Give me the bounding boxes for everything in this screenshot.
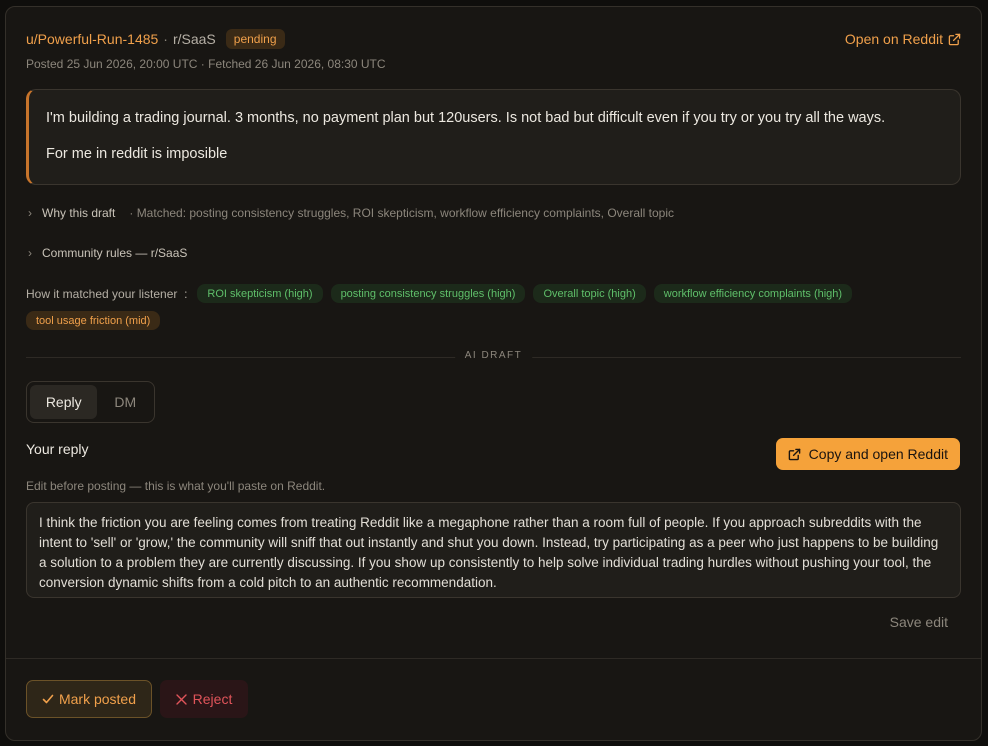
- external-link-icon: [948, 33, 961, 45]
- listener-label: How it matched your listener :: [26, 287, 187, 301]
- author-line: u/Powerful-Run-1485 · r/SaaS pending: [26, 29, 961, 49]
- match-tag: Overall topic (high): [533, 284, 646, 303]
- community-rules-label: Community rules — r/SaaS: [42, 246, 188, 260]
- check-icon: [42, 694, 54, 704]
- author-name[interactable]: u/Powerful-Run-1485: [26, 31, 158, 47]
- open-on-reddit-label: Open on Reddit: [844, 31, 943, 47]
- status-badge: pending: [225, 29, 285, 49]
- footer-divider: [6, 658, 981, 659]
- draft-type-switch: Reply DM: [26, 381, 155, 423]
- post-body-paragraph: For me in reddit is imposible: [46, 146, 228, 162]
- listener-match: How it matched your listener : ROI skept…: [26, 284, 961, 330]
- chevron-right-icon: ›: [28, 206, 32, 220]
- reject-label: Reject: [192, 691, 233, 707]
- listener-tags: How it matched your listener : ROI skept…: [26, 284, 961, 330]
- reply-title: Your reply: [26, 441, 89, 457]
- post-header: u/Powerful-Run-1485 · r/SaaS pending Pos…: [26, 29, 961, 71]
- draft-card: u/Powerful-Run-1485 · r/SaaS pending Pos…: [5, 6, 982, 741]
- tab-dm[interactable]: DM: [99, 385, 151, 419]
- open-on-reddit-link[interactable]: Open on Reddit: [845, 29, 961, 49]
- community-rules-toggle[interactable]: › Community rules — r/SaaS: [26, 245, 187, 261]
- listener-label-text: How it matched your listener: [26, 286, 178, 301]
- save-edit-button[interactable]: Save edit: [890, 614, 948, 630]
- separator: ·: [163, 31, 168, 47]
- mark-posted-label: Mark posted: [58, 691, 137, 707]
- post-body: I'm building a trading journal. 3 months…: [26, 89, 961, 185]
- match-tag: workflow efficiency complaints (high): [653, 284, 853, 303]
- match-tag: tool usage friction (mid): [26, 311, 161, 330]
- match-tag: posting consistency struggles (high): [330, 284, 526, 303]
- external-link-icon: [788, 448, 800, 460]
- reject-button[interactable]: Reject: [160, 680, 248, 718]
- copy-and-open-reddit-button[interactable]: Copy and open Reddit: [775, 438, 960, 470]
- subreddit-name[interactable]: r/SaaS: [173, 31, 216, 47]
- post-meta: Posted 25 Jun 2026, 20:00 UTC · Fetched …: [26, 57, 386, 71]
- chevron-right-icon: ›: [28, 246, 32, 260]
- why-this-draft-toggle[interactable]: › Why this draft · Matched: posting cons…: [26, 205, 674, 221]
- mark-posted-button[interactable]: Mark posted: [26, 680, 152, 718]
- matched-summary: · Matched: posting consistency struggles…: [129, 206, 675, 220]
- close-icon: [175, 693, 187, 705]
- copy-and-open-reddit-label: Copy and open Reddit: [808, 446, 948, 462]
- reply-hint: Edit before posting — this is what you'l…: [26, 479, 326, 493]
- ai-draft-label: AI DRAFT: [454, 350, 533, 361]
- why-this-draft-label: Why this draft: [42, 206, 116, 220]
- match-tag: ROI skepticism (high): [197, 284, 323, 303]
- ai-draft-divider: AI DRAFT: [26, 350, 961, 361]
- reply-textarea[interactable]: I think the friction you are feeling com…: [26, 502, 961, 598]
- tab-reply[interactable]: Reply: [30, 385, 98, 419]
- listener-colon: :: [184, 286, 188, 301]
- post-body-paragraph: I'm building a trading journal. 3 months…: [46, 110, 886, 126]
